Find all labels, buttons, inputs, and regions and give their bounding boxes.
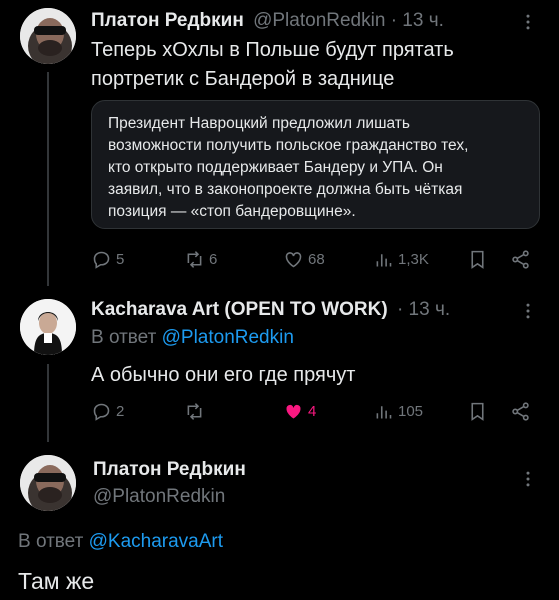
like-icon: [285, 252, 302, 268]
views-button[interactable]: 1,3K: [373, 249, 429, 270]
more-icon[interactable]: [516, 299, 540, 323]
quoted-text-box[interactable]: Президент Навроцкий предложил лишать воз…: [91, 100, 540, 229]
views-count: 1,3K: [398, 251, 429, 268]
reply-icon: [93, 251, 110, 269]
like-count: 4: [308, 403, 317, 420]
tweet-text: Теперь хОхлы в Польше будут прятать порт…: [91, 36, 531, 94]
author-name[interactable]: Платон Редbкин: [93, 459, 246, 481]
bookmark-icon: [471, 402, 484, 421]
like-icon: [286, 404, 301, 419]
avatar[interactable]: [20, 8, 76, 64]
reply-button[interactable]: 2: [91, 401, 124, 422]
like-button[interactable]: 68: [283, 249, 325, 270]
bookmark-button[interactable]: [467, 249, 488, 270]
share-icon: [512, 402, 529, 421]
reply-button[interactable]: 5: [91, 249, 124, 270]
reply-icon: [93, 403, 110, 421]
quote-line: возможности получить польское гражданств…: [108, 137, 469, 154]
timestamp[interactable]: · 13 ч.: [391, 10, 444, 31]
avatar[interactable]: [20, 455, 76, 511]
share-button[interactable]: [510, 401, 531, 422]
reply-count: 5: [116, 251, 125, 268]
more-icon[interactable]: [516, 10, 540, 34]
share-icon: [512, 250, 529, 269]
author-handle[interactable]: @PlatonRedkin: [93, 486, 225, 508]
bookmark-icon: [471, 250, 484, 269]
reply-count: 2: [116, 403, 125, 420]
tweet-text: Там же: [18, 568, 95, 594]
quote-line: заявил, что в законопроекте должна быть …: [108, 181, 463, 198]
thread-line: [47, 72, 49, 286]
reply-context-label: В ответ: [91, 327, 157, 348]
bookmark-button[interactable]: [467, 401, 488, 422]
reply-context-label: В ответ: [18, 531, 84, 552]
quote-line: кто открыто поддерживает Бандеру и УПА. …: [108, 159, 443, 176]
share-button[interactable]: [510, 249, 531, 270]
views-icon: [376, 254, 392, 267]
author-handle[interactable]: @PlatonRedkin: [253, 10, 385, 31]
repost-button[interactable]: 6: [184, 249, 217, 270]
like-count: 68: [308, 251, 325, 268]
views-button[interactable]: 105: [373, 401, 423, 422]
views-icon: [376, 406, 392, 419]
repost-icon: [187, 251, 202, 268]
tweet-text-line: портретик с Бандерой в заднице: [91, 68, 395, 90]
thread-line: [47, 364, 49, 442]
views-count: 105: [398, 403, 424, 420]
author-name[interactable]: Платон Редbкин: [91, 10, 244, 31]
timestamp[interactable]: · 13 ч.: [397, 299, 450, 320]
repost-count: 6: [209, 251, 218, 268]
tweet-text: А обычно они его где прячут: [91, 364, 356, 386]
repost-icon: [187, 403, 202, 420]
tweet-text-line: Теперь хОхлы в Польше будут прятать: [91, 39, 454, 61]
repost-button[interactable]: [184, 401, 205, 422]
avatar[interactable]: [20, 299, 76, 355]
like-button[interactable]: 4: [283, 401, 316, 422]
reply-context-handle[interactable]: @KacharavaArt: [89, 531, 223, 552]
reply-context-handle[interactable]: @PlatonRedkin: [162, 327, 294, 348]
author-name[interactable]: Kacharava Art (OPEN TO WORK): [91, 299, 388, 320]
quote-line: позиция — «стоп бандеровщине».: [108, 203, 356, 220]
more-icon[interactable]: [516, 467, 540, 491]
quote-line: Президент Навроцкий предложил лишать: [108, 115, 410, 132]
